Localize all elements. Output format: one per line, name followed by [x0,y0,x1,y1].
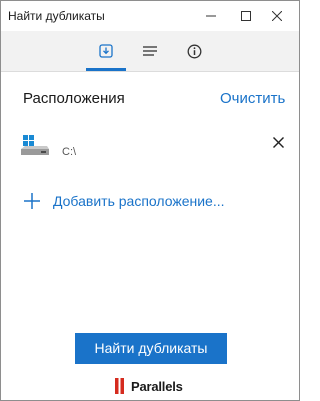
location-item: C:\ [1,127,299,161]
maximize-icon [241,11,251,21]
close-icon [272,136,284,148]
parallels-logo: Parallels [114,376,183,396]
location-path: C:\ [62,146,77,158]
list-icon [143,46,157,56]
logo-text: Parallels [131,378,183,394]
app-window: Найти дубликаты Расположения Очистить C:… [0,0,300,401]
close-button[interactable] [254,1,300,31]
info-icon [187,44,201,58]
remove-location-button[interactable] [270,134,286,150]
close-icon [272,11,282,21]
window-title: Найти дубликаты [8,9,105,23]
parallels-logo-icon [115,378,124,394]
locations-heading: Расположения [23,90,125,107]
add-location-button[interactable]: Добавить расположение... [23,191,225,211]
tab-info[interactable] [174,31,214,71]
tab-list[interactable] [130,31,170,71]
add-location-label: Добавить расположение... [53,193,225,209]
clear-link[interactable]: Очистить [220,90,285,107]
tab-import[interactable] [86,31,126,71]
active-tab-indicator [86,68,126,71]
minimize-icon [206,15,216,17]
find-duplicates-button[interactable]: Найти дубликаты [75,333,227,364]
title-bar: Найти дубликаты [1,1,299,31]
plus-icon [24,193,40,209]
hard-drive-icon [21,135,49,155]
import-icon [99,44,113,58]
toolbar [1,31,299,72]
